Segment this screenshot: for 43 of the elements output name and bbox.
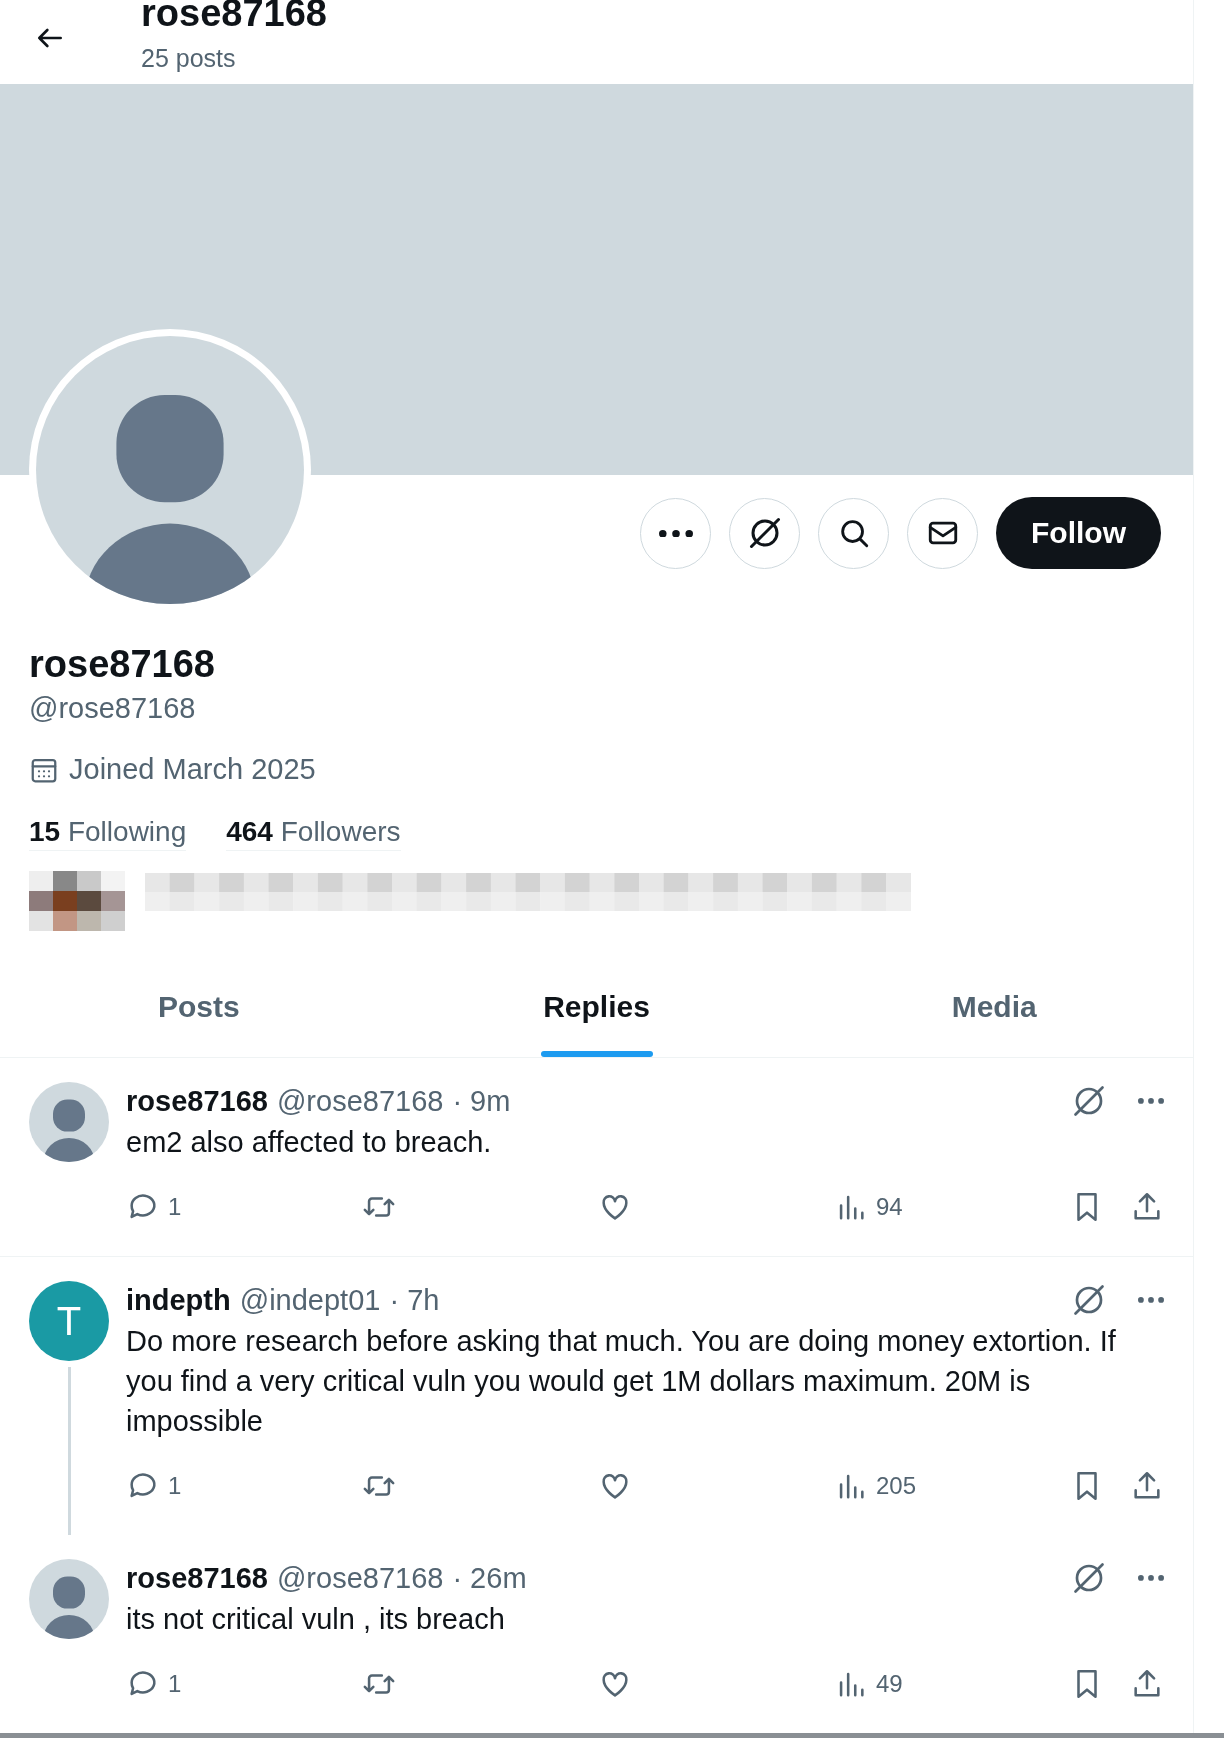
grok-action[interactable]: [1071, 1282, 1107, 1318]
post-time[interactable]: · 7h: [389, 1283, 440, 1317]
author-handle[interactable]: @indept01: [239, 1283, 381, 1317]
followers-link[interactable]: 464 Followers: [226, 816, 401, 851]
post-time[interactable]: · 9m: [452, 1084, 511, 1118]
more-icon: [1138, 1575, 1164, 1581]
post-time[interactable]: · 26m: [452, 1561, 527, 1595]
post-menu-button[interactable]: [1138, 1575, 1164, 1581]
more-icon: [658, 529, 693, 538]
views-button[interactable]: 49: [834, 1667, 903, 1701]
profile-handle: @rose87168: [29, 692, 197, 725]
join-date: Joined March 2025: [69, 753, 316, 786]
post-text: Do more research before asking that much. You are doing money extortion. If you find a very critical vuln you would get 1M dollars maximum. 20M is impossible: [126, 1324, 1117, 1439]
post-menu-button[interactable]: [1138, 1297, 1164, 1303]
grok-action[interactable]: [1071, 1083, 1107, 1119]
more-icon: [1138, 1098, 1164, 1104]
post-count: 25 posts: [141, 44, 237, 72]
more-icon: [1138, 1297, 1164, 1303]
profile-tab[interactable]: Posts: [0, 957, 398, 1057]
slashed-circle-icon: [1071, 1560, 1107, 1596]
author-name[interactable]: indepth: [126, 1283, 231, 1317]
following-link[interactable]: 15 Following: [29, 816, 187, 851]
post-menu-button[interactable]: [1138, 1098, 1164, 1104]
grok-action[interactable]: [1071, 1560, 1107, 1596]
slashed-circle-icon: [1071, 1282, 1107, 1318]
post-text: its not critical vuln , its breach: [126, 1602, 506, 1637]
reply-button[interactable]: 1: [126, 1667, 182, 1701]
profile-title: rose87168: [141, 0, 327, 30]
author-name[interactable]: rose87168: [126, 1084, 268, 1118]
reply-button[interactable]: 1: [126, 1469, 182, 1503]
profile-tab[interactable]: Media: [795, 957, 1193, 1057]
views-button[interactable]: 94: [834, 1190, 903, 1224]
reply-button[interactable]: 1: [126, 1190, 182, 1224]
views-button[interactable]: 205: [834, 1469, 917, 1503]
profile-name: rose87168: [29, 642, 216, 686]
slashed-circle-icon: [1071, 1083, 1107, 1119]
user-avatar[interactable]: T: [29, 1281, 109, 1361]
author-name[interactable]: rose87168: [126, 1561, 268, 1595]
author-handle[interactable]: @rose87168: [276, 1561, 444, 1595]
post-text: em2 also affected to breach.: [126, 1125, 493, 1160]
author-handle[interactable]: @rose87168: [276, 1084, 444, 1118]
follow-button[interactable]: Follow: [996, 497, 1161, 570]
profile-tab[interactable]: Replies: [397, 957, 796, 1057]
